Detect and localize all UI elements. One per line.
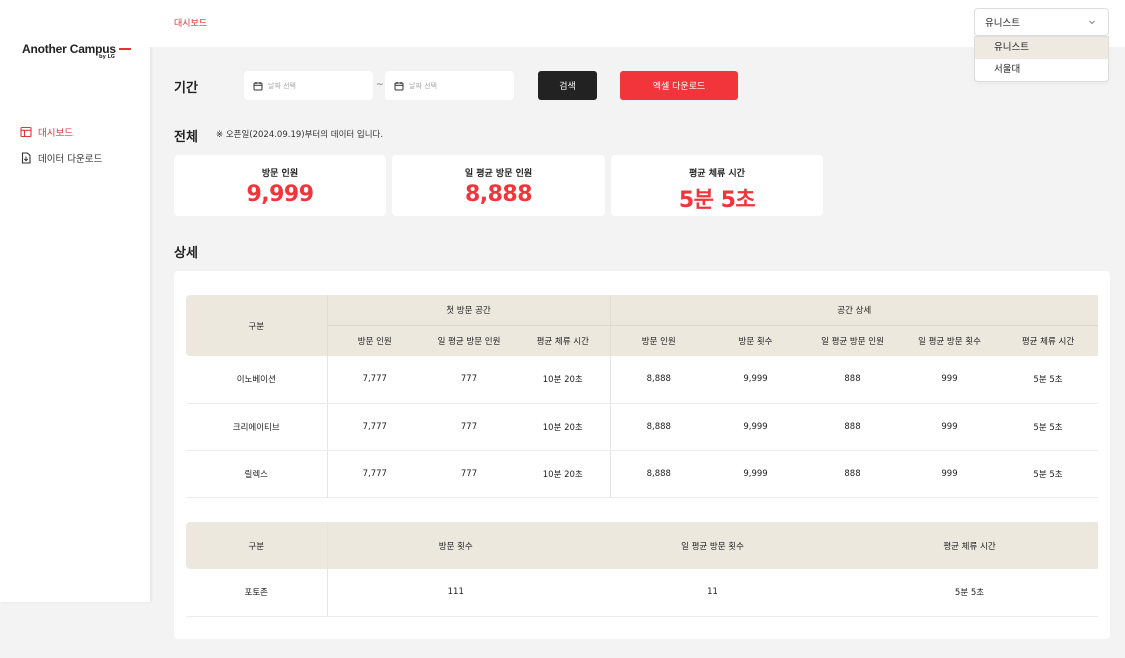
- sidebar-item-data-download[interactable]: 데이터 다운로드: [20, 150, 102, 166]
- table-cell: 10분 20초: [516, 450, 610, 498]
- table-cell: 777: [422, 403, 516, 451]
- stat-label: 평균 체류 시간: [689, 169, 745, 179]
- stat-card-avg-stay: 평균 체류 시간 5분 5초: [611, 155, 823, 216]
- table-row: 포토존 111 11 5분 5초: [186, 569, 1098, 617]
- end-date-placeholder: 날짜 선택: [409, 81, 437, 90]
- table-column-header: 일 평균 방문 인원: [422, 325, 516, 356]
- breadcrumb[interactable]: 대시보드: [174, 16, 207, 29]
- table-cell: 8,888: [609, 403, 707, 451]
- table-cell: 7,777: [326, 403, 422, 451]
- table-cell: 999: [901, 403, 998, 451]
- table-cell: 5분 5초: [841, 569, 1098, 617]
- table-group-space-detail: 공간 상세: [609, 295, 1099, 326]
- row-name: 이노베이션: [186, 356, 327, 404]
- stat-value: 5분 5초: [678, 188, 756, 213]
- table-group-first-visit: 첫 방문 공간: [326, 295, 610, 326]
- table-row: 릴렉스 7,777 777 10분 20초 8,888 9,999 888 99…: [186, 450, 1099, 498]
- table-cell: 777: [422, 356, 516, 404]
- table-column-header: 방문 인원: [609, 325, 707, 356]
- campus-dropdown: 유니스트 서울대: [974, 36, 1109, 82]
- detail-panel: 구분 첫 방문 공간 공간 상세 방문 인원 일 평균 방문 인원 평균 체류 …: [174, 271, 1110, 639]
- table-cell: 888: [804, 450, 901, 498]
- row-name: 포토존: [186, 569, 327, 617]
- table-column-header: 평균 체류 시간: [516, 325, 610, 356]
- table-column-header: 일 평균 방문 횟수: [901, 325, 998, 356]
- sidebar-item-label: 대시보드: [38, 128, 73, 139]
- table-column-header: 일 평균 방문 인원: [804, 325, 901, 356]
- stat-label: 일 평균 방문 인원: [464, 169, 533, 179]
- stat-card-daily-avg: 일 평균 방문 인원 8,888: [392, 155, 605, 216]
- sidebar-nav: 대시보드 데이터 다운로드: [20, 124, 102, 176]
- chevron-down-icon: [1089, 20, 1095, 25]
- table-cell: 10분 20초: [516, 403, 610, 451]
- sidebar-item-label: 데이터 다운로드: [38, 154, 103, 165]
- table-column-header: 방문 인원: [326, 325, 422, 356]
- campus-option-snu[interactable]: 서울대: [975, 59, 1108, 81]
- table-cell: 8,888: [609, 450, 707, 498]
- table-cell: 9,999: [707, 356, 804, 404]
- table-cell: 999: [901, 450, 998, 498]
- campus-select[interactable]: 유니스트: [974, 8, 1109, 36]
- stat-value: 9,999: [246, 182, 314, 207]
- table-cell: 10분 20초: [516, 356, 610, 404]
- sidebar: Another Campus by LG 대시보드 데이터 다운로드: [0, 0, 150, 602]
- table-row: 이노베이션 7,777 777 10분 20초 8,888 9,999 888 …: [186, 356, 1099, 404]
- search-button[interactable]: 검색: [538, 71, 597, 100]
- table-column-header: 일 평균 방문 횟수: [584, 522, 841, 569]
- table-cell: 7,777: [326, 356, 422, 404]
- stat-value: 8,888: [464, 182, 533, 207]
- campus-select-value: 유니스트: [985, 18, 1020, 29]
- table-column-header: 방문 횟수: [326, 522, 584, 569]
- date-separator: ~: [376, 80, 384, 90]
- sidebar-item-dashboard[interactable]: 대시보드: [20, 124, 102, 140]
- table-cell: 5분 5초: [998, 403, 1099, 451]
- calendar-icon: [253, 81, 263, 90]
- logo-dash: [118, 47, 131, 50]
- table-cell: 8,888: [609, 356, 707, 404]
- excel-download-button[interactable]: 엑셀 다운로드: [620, 71, 738, 100]
- table-cell: 888: [804, 356, 901, 404]
- row-name: 릴렉스: [186, 450, 327, 498]
- table-cell: 5분 5초: [998, 450, 1099, 498]
- table-cell: 5분 5초: [998, 356, 1099, 404]
- stat-card-visitors: 방문 인원 9,999: [174, 155, 386, 216]
- table-header-category: 구분: [186, 295, 327, 356]
- table-column-header: 방문 횟수: [707, 325, 804, 356]
- stat-label: 방문 인원: [261, 169, 299, 179]
- overall-note: ※ 오픈일(2024.09.19)부터의 데이터 입니다.: [216, 130, 384, 140]
- campus-option-unist[interactable]: 유니스트: [975, 37, 1108, 59]
- overall-title: 전체: [174, 130, 198, 145]
- table-header-category: 구분: [186, 522, 327, 569]
- table-row: 크리에이티브 7,777 777 10분 20초 8,888 9,999 888…: [186, 403, 1099, 451]
- dashboard-icon: [20, 126, 32, 138]
- download-doc-icon: [21, 152, 31, 164]
- table-column-header: 평균 체류 시간: [998, 325, 1099, 356]
- table-cell: 111: [326, 569, 584, 617]
- logo-sub: by LG: [99, 54, 115, 60]
- table-column-header: 평균 체류 시간: [841, 522, 1098, 569]
- calendar-icon: [394, 81, 404, 90]
- table-cell: 888: [804, 403, 901, 451]
- space-detail-table: 구분 첫 방문 공간 공간 상세 방문 인원 일 평균 방문 인원 평균 체류 …: [186, 295, 1099, 498]
- end-date-input[interactable]: 날짜 선택: [385, 71, 514, 100]
- photozone-table: 구분 방문 횟수 일 평균 방문 횟수 평균 체류 시간 포토존 111 11 …: [186, 522, 1098, 617]
- table-cell: 9,999: [707, 403, 804, 451]
- start-date-input[interactable]: 날짜 선택: [244, 71, 373, 100]
- start-date-placeholder: 날짜 선택: [268, 81, 296, 90]
- detail-title: 상세: [174, 246, 198, 261]
- table-cell: 7,777: [326, 450, 422, 498]
- table-cell: 11: [584, 569, 841, 617]
- table-cell: 777: [422, 450, 516, 498]
- period-title: 기간: [174, 81, 198, 96]
- table-cell: 9,999: [707, 450, 804, 498]
- table-cell: 999: [901, 356, 998, 404]
- row-name: 크리에이티브: [186, 403, 327, 451]
